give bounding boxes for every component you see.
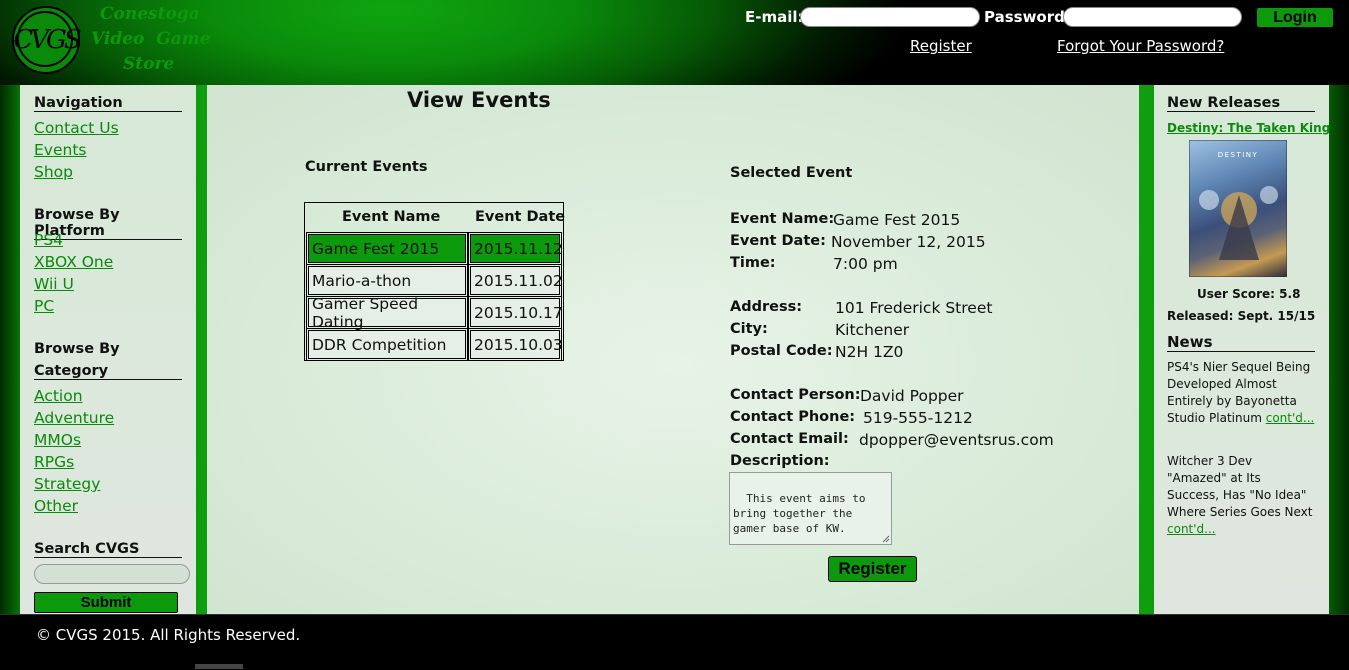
nav-events[interactable]: Events [34,141,86,159]
logo-text-line-2: Video Game [91,29,211,49]
description-textarea[interactable]: This event aims to bring together the ga… [729,472,892,545]
password-label: Password: [984,8,1071,26]
search-submit-button[interactable]: Submit [34,592,178,613]
news-item-1-link[interactable]: cont'd... [1266,411,1315,425]
cover-art-icon: DESTINY [1188,139,1288,278]
password-field[interactable] [1063,7,1242,27]
event-register-button[interactable]: Register [828,556,917,582]
copyright-text: © CVGS 2015. All Rights Reserved. [36,626,301,644]
postal-code-value: N2H 1Z0 [835,343,904,361]
navigation-title: Navigation [34,95,182,112]
table-header-event-date: Event Date [475,209,566,225]
category-title-line-2: Category [34,363,182,380]
category-other[interactable]: Other [34,497,78,515]
category-mmos[interactable]: MMOs [34,431,81,449]
game-cover-image[interactable]: DESTINY [1188,139,1288,278]
address-label: Address: [730,299,803,315]
address-value: 101 Frederick Street [835,299,993,317]
event-name-label: Event Name: [730,211,835,227]
city-value: Kitchener [835,321,910,339]
table-row-2-date[interactable]: 2015.11.02 [468,264,563,297]
table-header-event-name: Event Name [342,209,441,225]
category-adventure[interactable]: Adventure [34,409,114,427]
table-row-2-name[interactable]: Mario-a-thon [306,264,468,297]
news-title: News [1167,333,1315,352]
header-register-link[interactable]: Register [910,37,972,55]
nav-contact-us[interactable]: Contact Us [34,119,119,137]
email-label: E-mail: [745,8,804,26]
event-date-value: November 12, 2015 [831,233,986,251]
contact-phone-value: 519-555-1212 [863,409,973,427]
svg-text:DESTINY: DESTINY [1218,151,1259,159]
table-row-3-name[interactable]: Gamer Speed Dating [306,295,468,331]
table-row-1-date[interactable]: 2015.11.12 [468,232,563,265]
nav-shop[interactable]: Shop [34,163,73,181]
news-item-2-link[interactable]: cont'd... [1167,522,1216,536]
login-button[interactable]: Login [1256,7,1334,28]
time-value: 7:00 pm [833,255,898,273]
category-rpgs[interactable]: RPGs [34,453,74,471]
table-row-4-date[interactable]: 2015.10.03 [468,328,563,361]
postal-code-label: Postal Code: [730,343,833,359]
event-date-label: Event Date: [730,233,826,249]
user-score: User Score: 5.8 [1197,287,1301,301]
platform-wii-u[interactable]: Wii U [34,275,74,293]
new-releases-title: New Releases [1167,95,1315,112]
contact-email-value: dpopper@eventsrus.com [859,431,1054,449]
category-strategy[interactable]: Strategy [34,475,100,493]
new-release-game-link[interactable]: Destiny: The Taken King [1167,121,1330,135]
email-field[interactable] [800,7,980,27]
platform-pc[interactable]: PC [34,297,54,315]
time-label: Time: [730,255,776,271]
selected-event-title: Selected Event [730,165,853,181]
platform-ps4[interactable]: PS4 [34,231,63,249]
logo-mark[interactable]: CVGS [12,6,82,74]
table-row-1-name[interactable]: Game Fest 2015 [306,232,468,265]
search-title: Search CVGS [34,541,182,558]
search-input[interactable] [34,564,190,584]
page-title: View Events [407,88,551,112]
description-text: This event aims to bring together the ga… [733,492,873,535]
contact-person-value: David Popper [860,387,964,405]
forgot-password-link[interactable]: Forgot Your Password? [1057,37,1224,55]
news-item-1: PS4's Nier Sequel Being Developed Almost… [1167,359,1315,427]
current-events-title: Current Events [305,159,428,175]
contact-phone-label: Contact Phone: [730,409,856,425]
logo-ring [17,11,73,67]
description-label: Description: [730,453,830,469]
city-label: City: [730,321,768,337]
platform-xbox-one[interactable]: XBOX One [34,253,113,271]
table-row-4-name[interactable]: DDR Competition [306,328,468,361]
resize-grip-icon[interactable] [882,535,890,543]
news-item-2-text: Witcher 3 Dev "Amazed" at Its Success, H… [1167,454,1313,519]
release-date: Released: Sept. 15/15 [1167,309,1316,323]
table-row-3-date[interactable]: 2015.10.17 [468,296,563,329]
contact-email-label: Contact Email: [730,431,849,447]
event-name-value: Game Fest 2015 [833,211,961,229]
logo-text-line-3: Store [123,54,175,74]
category-title-line-1: Browse By [34,341,120,357]
contact-person-label: Contact Person: [730,387,861,403]
footer-scroll-indicator [195,664,243,669]
news-item-2: Witcher 3 Dev "Amazed" at Its Success, H… [1167,453,1315,538]
logo-text-line-1: Conestoga [100,4,200,24]
category-action[interactable]: Action [34,387,83,405]
